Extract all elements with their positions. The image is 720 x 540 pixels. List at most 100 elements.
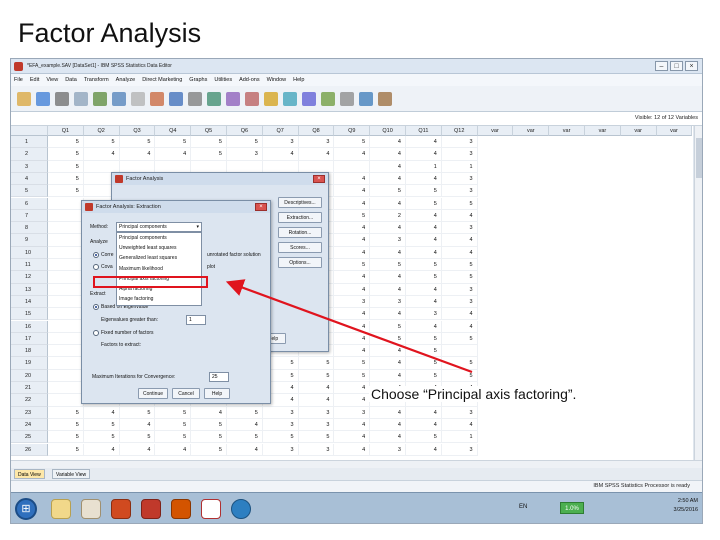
split-file-icon[interactable] (245, 92, 259, 106)
table-cell[interactable]: 4 (298, 394, 335, 407)
method-combobox[interactable]: Principal components ▾ (116, 222, 202, 232)
column-header[interactable]: Q1 (48, 126, 84, 136)
table-cell[interactable]: 4 (334, 234, 371, 247)
horizontal-scrollbar[interactable] (11, 460, 702, 468)
row-number[interactable]: 8 (11, 222, 48, 235)
rotation-button[interactable]: Rotation... (278, 227, 322, 238)
table-cell[interactable]: 4 (441, 246, 478, 259)
insert-cases-icon[interactable] (207, 92, 221, 106)
table-cell[interactable]: 5 (441, 369, 478, 382)
table-cell[interactable]: 4 (406, 222, 442, 235)
column-header[interactable]: Q5 (191, 126, 227, 136)
table-cell[interactable]: 4 (370, 197, 406, 210)
table-cell[interactable]: 5 (334, 209, 371, 223)
table-cell[interactable]: 4 (406, 443, 442, 456)
spelling-icon[interactable] (359, 92, 373, 106)
table-cell[interactable]: 5 (406, 357, 442, 370)
menu-item-direct-marketing[interactable]: Direct Marketing (142, 74, 182, 86)
table-cell[interactable]: 5 (48, 172, 84, 186)
row-number[interactable]: 17 (11, 332, 48, 346)
table-cell[interactable]: 4 (370, 136, 406, 149)
table-cell[interactable] (48, 222, 84, 235)
redo-icon[interactable] (112, 92, 126, 106)
table-cell[interactable]: 4 (441, 234, 478, 247)
minimize-button[interactable]: – (655, 61, 668, 71)
table-cell[interactable]: 3 (441, 136, 478, 149)
spss-taskbar-icon[interactable] (141, 499, 161, 519)
table-cell[interactable]: 4 (334, 271, 371, 284)
table-cell[interactable]: 3 (298, 443, 335, 456)
table-cell[interactable]: 4 (334, 222, 371, 235)
system-clock[interactable]: 2:50 AM 3/25/2016 (674, 497, 698, 515)
method-option[interactable]: Generalized least squares (117, 253, 201, 263)
table-cell[interactable]: 4 (334, 148, 371, 161)
tab-variable-view[interactable]: Variable View (52, 469, 91, 479)
table-cell[interactable]: 4 (441, 308, 478, 321)
vertical-scrollbar[interactable] (694, 126, 702, 460)
table-cell[interactable]: 4 (119, 443, 156, 456)
fixed-number-radio[interactable] (93, 330, 99, 336)
table-cell[interactable]: 4 (83, 148, 120, 161)
table-cell[interactable]: 4 (334, 308, 371, 321)
menu-item-help[interactable]: Help (293, 74, 304, 86)
table-cell[interactable]: 5 (48, 148, 84, 161)
table-cell[interactable]: 4 (370, 271, 406, 284)
table-cell[interactable]: 5 (155, 406, 192, 419)
menu-item-transform[interactable]: Transform (84, 74, 109, 86)
column-header[interactable]: Q2 (83, 126, 120, 136)
correlation-radio[interactable] (93, 252, 99, 258)
show-all-icon[interactable] (340, 92, 354, 106)
extraction-dialog-close[interactable]: × (255, 203, 267, 211)
table-cell[interactable]: 3 (298, 406, 335, 419)
row-number[interactable]: 14 (11, 295, 48, 309)
scroll-thumb[interactable] (696, 138, 702, 178)
select-cases-icon[interactable] (283, 92, 297, 106)
table-cell[interactable]: 5 (406, 332, 442, 346)
row-number[interactable]: 13 (11, 283, 48, 296)
table-cell[interactable]: 5 (441, 357, 478, 370)
table-cell[interactable]: 5 (441, 197, 478, 210)
table-cell[interactable]: 4 (406, 246, 442, 259)
row-number[interactable]: 11 (11, 259, 48, 272)
table-cell[interactable]: 5 (48, 431, 84, 444)
tab-data-view[interactable]: Data View (14, 469, 45, 479)
table-cell[interactable]: 4 (334, 382, 371, 395)
table-cell[interactable]: 3 (298, 136, 335, 149)
table-cell[interactable]: 3 (298, 418, 335, 432)
table-cell[interactable]: 4 (370, 148, 406, 161)
table-cell[interactable] (48, 320, 84, 333)
table-cell[interactable]: 4 (370, 172, 406, 186)
table-cell[interactable]: 4 (406, 234, 442, 247)
table-cell[interactable] (48, 283, 84, 296)
table-cell[interactable]: 5 (119, 136, 156, 149)
table-cell[interactable]: 3 (441, 406, 478, 419)
value-labels-icon[interactable] (302, 92, 316, 106)
table-cell[interactable]: 5 (406, 271, 442, 284)
insert-variable-icon[interactable] (226, 92, 240, 106)
table-cell[interactable] (48, 246, 84, 259)
table-cell[interactable]: 5 (83, 136, 120, 149)
pdf-reader-icon[interactable] (201, 499, 221, 519)
table-cell[interactable] (441, 345, 478, 358)
table-cell[interactable]: 2 (370, 209, 406, 223)
cancel-button[interactable]: Cancel (172, 388, 200, 399)
table-cell[interactable]: 5 (298, 369, 335, 382)
browser-icon[interactable] (231, 499, 251, 519)
table-cell[interactable]: 4 (441, 320, 478, 333)
table-cell[interactable]: 5 (262, 431, 299, 444)
table-cell[interactable]: 5 (370, 320, 406, 333)
table-cell[interactable]: 4 (191, 406, 227, 419)
table-cell[interactable]: 4 (334, 345, 371, 358)
table-cell[interactable]: 3 (370, 234, 406, 247)
column-header[interactable]: Q12 (441, 126, 478, 136)
table-cell[interactable]: 5 (370, 332, 406, 346)
table-cell[interactable]: 3 (262, 136, 299, 149)
row-number[interactable]: 21 (11, 382, 48, 395)
table-cell[interactable]: 4 (298, 148, 335, 161)
column-header[interactable]: Q6 (227, 126, 263, 136)
table-cell[interactable]: 4 (334, 443, 371, 456)
table-cell[interactable]: 5 (406, 259, 442, 272)
based-on-eigenvalue-radio[interactable] (93, 304, 99, 310)
table-cell[interactable]: 3 (262, 406, 299, 419)
table-cell[interactable]: 4 (370, 345, 406, 358)
